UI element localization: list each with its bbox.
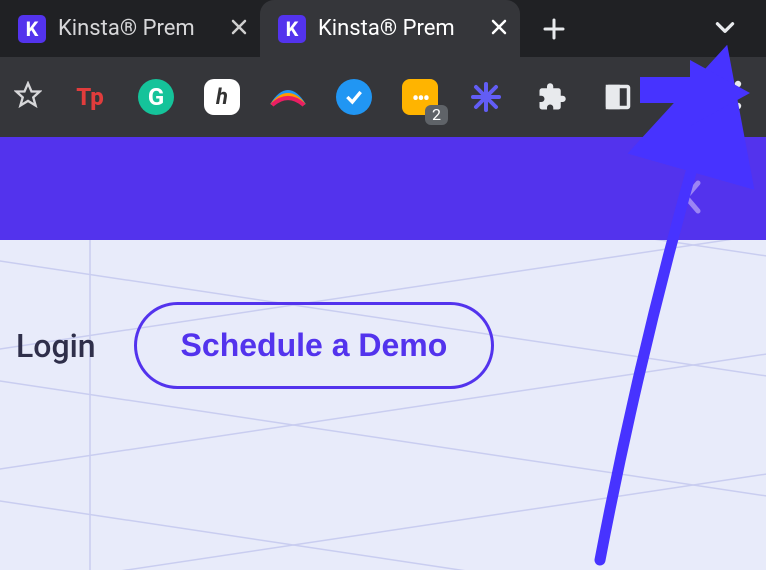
browser-tab-strip: K Kinsta® Prem K Kinsta® Prem [0, 0, 766, 57]
extensions-menu-icon[interactable] [534, 79, 570, 115]
chrome-more-menu-icon[interactable] [734, 80, 742, 114]
new-tab-button[interactable] [534, 9, 574, 49]
tab-title: Kinsta® Prem [58, 16, 216, 41]
schedule-demo-button[interactable]: Schedule a Demo [134, 302, 495, 389]
extension-check-icon[interactable] [336, 79, 372, 115]
tab-close-icon[interactable] [488, 16, 510, 41]
extension-honey-icon[interactable]: h [204, 79, 240, 115]
login-link[interactable]: Login [16, 327, 96, 365]
extension-window-icon[interactable] [600, 79, 636, 115]
browser-tab-active[interactable]: K Kinsta® Prem [260, 0, 520, 57]
tab-title: Kinsta® Prem [318, 16, 476, 41]
bookmark-star-icon[interactable] [14, 81, 42, 113]
extension-loom-icon[interactable] [468, 79, 504, 115]
tab-favicon: K [18, 15, 46, 43]
site-banner-purple [0, 137, 766, 240]
extension-rainbow-icon[interactable] [270, 79, 306, 115]
isometric-grid-background [0, 240, 766, 570]
browser-tab-inactive[interactable]: K Kinsta® Prem [0, 0, 260, 57]
extension-lastpass-icon[interactable]: ••• 2 [402, 79, 438, 115]
banner-chevron-icon [678, 177, 706, 221]
extension-grammarly-icon[interactable]: G [138, 79, 174, 115]
cta-row: Login Schedule a Demo [16, 302, 494, 389]
tab-close-icon[interactable] [228, 16, 250, 41]
extension-tp-icon[interactable]: Tp [72, 79, 108, 115]
tabs-dropdown-icon[interactable] [712, 14, 738, 44]
tab-favicon: K [278, 15, 306, 43]
page-content-area: Login Schedule a Demo [0, 240, 766, 570]
extension-badge: 2 [425, 105, 448, 125]
browser-toolbar-row: Tp G h ••• 2 [0, 57, 766, 137]
